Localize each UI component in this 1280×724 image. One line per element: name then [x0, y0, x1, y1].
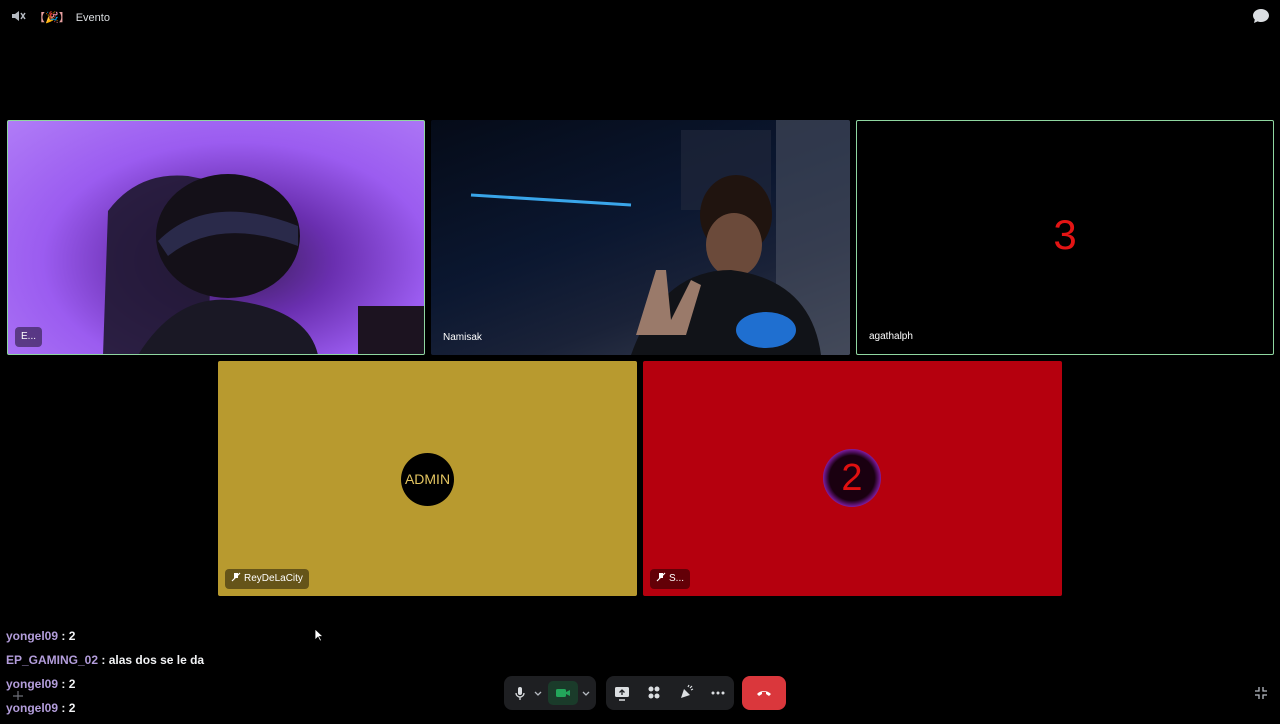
channel-emoji: 【🎉】 — [34, 12, 70, 24]
fullscreen-exit-icon[interactable] — [1254, 686, 1268, 700]
chat-text: : 2 — [61, 629, 76, 643]
video-feed — [470, 120, 850, 355]
microphone-button[interactable] — [510, 683, 530, 703]
participant-name-badge: ReyDeLaCity — [225, 569, 309, 589]
video-settings-button[interactable] — [580, 683, 592, 703]
participant-name: E... — [15, 327, 43, 347]
participant-name: S... — [669, 573, 685, 584]
add-activity-icon[interactable] — [12, 688, 24, 700]
video-tile-agathalph[interactable]: 3 agathalph — [856, 120, 1274, 355]
activity-group — [606, 676, 734, 710]
microphone-icon — [515, 687, 525, 700]
soundboard-button[interactable] — [676, 683, 696, 703]
activities-button[interactable] — [644, 683, 664, 703]
chat-text: : 2 — [61, 677, 76, 691]
chat-username: EP_GAMING_02 — [6, 653, 99, 667]
chat-message: yongel09 : 2 — [6, 700, 406, 724]
chevron-down-icon — [534, 691, 542, 696]
more-icon — [711, 691, 725, 695]
top-bar: 【🎉】 Evento — [0, 0, 1280, 32]
chevron-down-icon — [582, 691, 590, 696]
channel-name: Evento — [75, 12, 110, 24]
video-feed — [103, 174, 424, 354]
hang-up-icon — [757, 691, 771, 696]
video-tile-namisak[interactable]: Namisak — [431, 120, 850, 355]
camera-button[interactable] — [548, 681, 578, 705]
chat-message: EP_GAMING_02 : alas dos se le da — [6, 652, 406, 676]
activities-icon — [648, 686, 660, 699]
chat-message: yongel09 : 2 — [6, 628, 406, 652]
chat-username: yongel09 — [6, 629, 59, 643]
muted-mic-icon — [231, 572, 241, 582]
screen-share-button[interactable] — [612, 683, 632, 703]
chat-bubble-icon[interactable] — [1252, 8, 1270, 24]
chat-text: : 2 — [61, 701, 76, 715]
avatar: ADMIN — [401, 453, 454, 506]
avatar: 2 — [823, 449, 881, 507]
audio-settings-button[interactable] — [532, 683, 544, 703]
participant-name: Namisak — [443, 332, 482, 343]
channel-title: 【🎉】 Evento — [34, 9, 110, 25]
video-tile-reydelacity[interactable]: ADMIN ReyDeLaCity — [218, 361, 637, 596]
tile-number: 3 — [1053, 211, 1077, 258]
muted-mic-icon — [656, 572, 666, 582]
chat-text: : alas dos se le da — [101, 653, 205, 667]
chat-username: yongel09 — [6, 701, 59, 715]
chat-overlay: yongel09 : 2 EP_GAMING_02 : alas dos se … — [6, 628, 406, 724]
speaker-icon[interactable] — [10, 8, 26, 24]
screen-share-icon — [615, 687, 629, 701]
participant-name-badge: S... — [650, 569, 691, 589]
hang-up-button[interactable] — [742, 676, 786, 710]
chat-message: yongel09 : 2 — [6, 676, 406, 700]
camera-icon — [556, 689, 570, 697]
video-tile-s[interactable]: 2 S... — [643, 361, 1062, 596]
mouse-cursor-icon — [314, 628, 324, 642]
video-tile-e[interactable]: E... — [7, 120, 425, 355]
participant-name: ReyDeLaCity — [244, 573, 303, 584]
more-button[interactable] — [708, 683, 728, 703]
participant-name: agathalph — [869, 331, 913, 342]
soundboard-icon — [681, 684, 694, 698]
audio-video-group — [504, 676, 596, 710]
